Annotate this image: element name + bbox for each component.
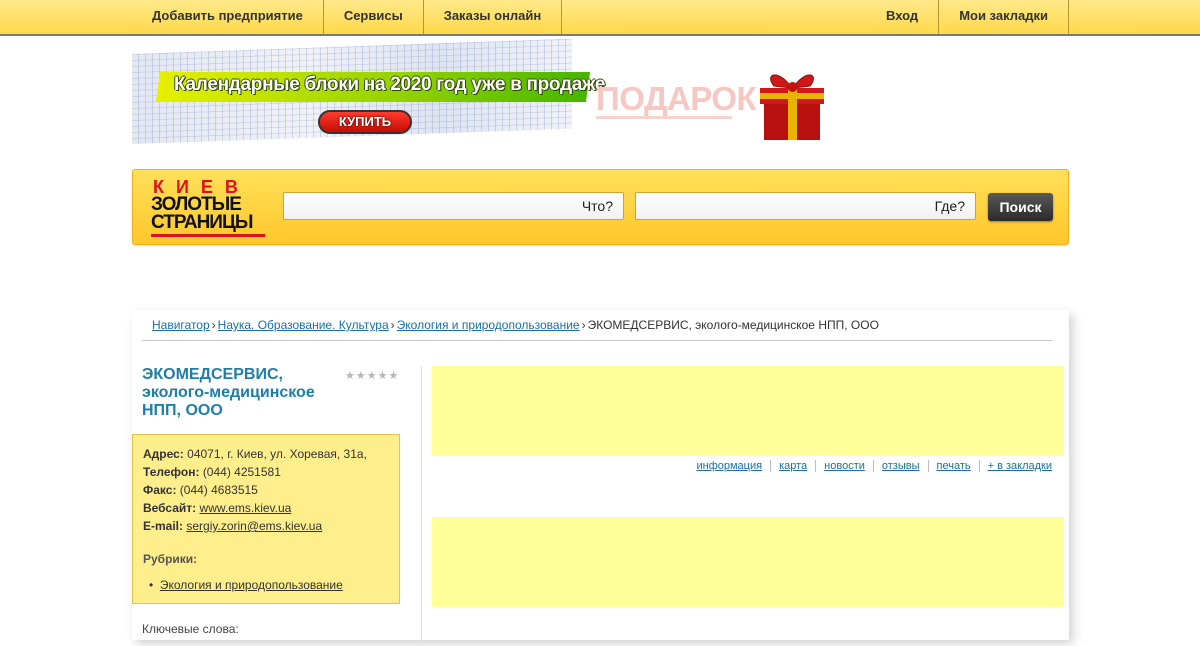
address-row: Адрес: 04071, г. Киев, ул. Хоревая, 31а, bbox=[143, 445, 389, 463]
email-row: E-mail: sergiy.zorin@ems.kiev.ua bbox=[143, 517, 389, 535]
fax-label: Факс: bbox=[143, 483, 177, 497]
tab-news[interactable]: новости bbox=[815, 460, 873, 472]
nav-login[interactable]: Вход bbox=[866, 0, 940, 34]
address-value: 04071, г. Киев, ул. Хоревая, 31а, bbox=[187, 447, 367, 461]
logo-underline bbox=[151, 234, 265, 237]
top-nav-left: Добавить предприятие Сервисы Заказы онла… bbox=[132, 0, 563, 34]
rubric-link[interactable]: Экология и природопользование bbox=[160, 578, 343, 592]
banner-gift-underline bbox=[596, 116, 732, 119]
nav-add-company[interactable]: Добавить предприятие bbox=[132, 0, 324, 34]
banner-buy-button[interactable]: КУПИТЬ bbox=[318, 110, 412, 134]
ad-banner[interactable]: Календарные блоки на 2020 год уже в прод… bbox=[132, 38, 832, 145]
breadcrumb-link-navigator[interactable]: Навигатор bbox=[152, 318, 210, 332]
gift-box-icon bbox=[760, 74, 824, 140]
website-row: Вебсайт: www.ems.kiev.ua bbox=[143, 499, 389, 517]
logo-line2: СТРАНИЦЫ bbox=[151, 212, 253, 233]
tab-map[interactable]: карта bbox=[770, 460, 815, 472]
tab-information[interactable]: информация bbox=[688, 460, 770, 472]
breadcrumb-separator: › bbox=[390, 318, 395, 332]
ad-placeholder-top[interactable] bbox=[432, 366, 1064, 456]
breadcrumb: Навигатор › Наука. Образование. Культура › Э… bbox=[152, 318, 1052, 332]
nav-services[interactable]: Сервисы bbox=[324, 0, 424, 34]
search-where-input[interactable]: Где? bbox=[635, 192, 976, 220]
phone-row: Телефон: (044) 4251581 bbox=[143, 463, 389, 481]
fax-value: (044) 4683515 bbox=[179, 483, 258, 497]
top-navigation: Добавить предприятие Сервисы Заказы онла… bbox=[0, 0, 1200, 36]
breadcrumb-divider bbox=[142, 340, 1052, 341]
tab-reviews[interactable]: отзывы bbox=[872, 460, 928, 472]
tab-print[interactable]: печать bbox=[927, 460, 979, 472]
nav-bookmarks[interactable]: Мои закладки bbox=[939, 0, 1069, 34]
rubric-list-item: • Экология и природопользование bbox=[143, 576, 389, 594]
bullet-icon: • bbox=[149, 578, 160, 592]
company-tabs: информация карта новости отзывы печать +… bbox=[688, 460, 1052, 472]
company-card: Навигатор › Наука. Образование. Культура › Э… bbox=[132, 310, 1069, 646]
breadcrumb-separator: › bbox=[211, 318, 216, 332]
phone-label: Телефон: bbox=[143, 465, 200, 479]
breadcrumb-current: ЭКОМЕДСЕРВИС, эколого-медицинское НПП, О… bbox=[587, 318, 879, 332]
search-bar: КИЕВ ЗОЛОТЫЕ СТРАНИЦЫ Что? Где? Поиск bbox=[132, 169, 1069, 245]
column-divider bbox=[421, 366, 422, 646]
search-button[interactable]: Поиск bbox=[988, 193, 1053, 221]
keywords-label: Ключевые слова: bbox=[142, 622, 239, 636]
top-nav-right: Вход Мои закладки bbox=[866, 0, 1069, 34]
company-title: ЭКОМЕДСЕРВИС, эколого-медицинское НПП, О… bbox=[142, 366, 315, 419]
nav-online-orders[interactable]: Заказы онлайн bbox=[424, 0, 563, 34]
tab-add-bookmark[interactable]: + в закладки bbox=[978, 460, 1052, 472]
ad-placeholder-bottom[interactable] bbox=[432, 517, 1064, 607]
email-label: E-mail: bbox=[143, 519, 184, 533]
website-link[interactable]: www.ems.kiev.ua bbox=[200, 501, 292, 515]
rubrics-heading: Рубрики: bbox=[143, 552, 198, 566]
website-label: Вебсайт: bbox=[143, 501, 197, 515]
breadcrumb-separator: › bbox=[581, 318, 586, 332]
search-what-input[interactable]: Что? bbox=[283, 192, 624, 220]
breadcrumb-link-science[interactable]: Наука. Образование. Культура bbox=[218, 318, 389, 332]
phone-value: (044) 4251581 bbox=[202, 465, 281, 479]
banner-gift-text: ПОДАРОК bbox=[596, 80, 757, 117]
contact-info-box: Адрес: 04071, г. Киев, ул. Хоревая, 31а,… bbox=[132, 434, 400, 604]
rating-stars[interactable]: ★★★★★ bbox=[345, 369, 399, 382]
address-label: Адрес: bbox=[143, 447, 184, 461]
fax-row: Факс: (044) 4683515 bbox=[143, 481, 389, 499]
breadcrumb-link-ecology[interactable]: Экология и природопользование bbox=[397, 318, 580, 332]
email-link[interactable]: sergiy.zorin@ems.kiev.ua bbox=[186, 519, 322, 533]
golden-pages-logo[interactable]: КИЕВ ЗОЛОТЫЕ СТРАНИЦЫ bbox=[151, 178, 267, 238]
banner-headline: Календарные блоки на 2020 год уже в прод… bbox=[174, 74, 606, 95]
